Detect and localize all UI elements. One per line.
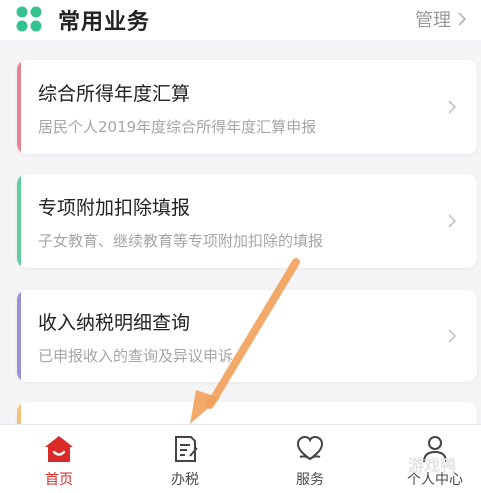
- card-title: 专项附加扣除填报: [38, 197, 191, 219]
- section-header: 常用业务 管理: [0, 0, 481, 40]
- person-icon: [423, 436, 447, 463]
- tab-label: 个人中心: [407, 472, 463, 488]
- tab-label: 服务: [296, 472, 324, 488]
- chevron-right-icon: [448, 100, 457, 114]
- tab-tax[interactable]: 办税: [140, 425, 230, 493]
- manage-button[interactable]: 管理: [415, 6, 467, 32]
- manage-label: 管理: [415, 10, 451, 31]
- chevron-right-icon: [448, 329, 457, 343]
- tab-label: 首页: [45, 472, 73, 488]
- card-accent-bar: [17, 290, 21, 382]
- section-title: 常用业务: [58, 10, 151, 35]
- tab-service[interactable]: 服务: [265, 425, 355, 493]
- card-title: 收入纳税明细查询: [38, 312, 191, 334]
- tab-profile[interactable]: 个人中心: [390, 425, 480, 493]
- tab-label: 办税: [171, 472, 199, 488]
- service-card-special-deduction[interactable]: 专项附加扣除填报 子女教育、继续教育等专项附加扣除的填报: [17, 174, 477, 268]
- card-subtitle: 已申报收入的查询及异议申诉: [38, 347, 234, 365]
- card-subtitle: 子女教育、继续教育等专项附加扣除的填报: [38, 232, 324, 250]
- card-accent-bar: [17, 60, 21, 154]
- service-heart-icon: [296, 435, 324, 461]
- card-title: 综合所得年度汇算: [38, 83, 191, 105]
- service-card-income-tax-query[interactable]: 收入纳税明细查询 已申报收入的查询及异议申诉: [17, 290, 477, 382]
- apps-grid-icon: [16, 6, 42, 32]
- chevron-right-icon: [448, 214, 457, 228]
- card-accent-bar: [17, 174, 21, 268]
- card-subtitle: 居民个人2019年度综合所得年度汇算申报: [38, 118, 317, 136]
- tab-home[interactable]: 首页: [14, 425, 104, 493]
- home-icon: [45, 436, 73, 462]
- tax-form-icon: [175, 436, 198, 462]
- chevron-right-icon: [458, 12, 467, 26]
- service-card-annual-settlement[interactable]: 综合所得年度汇算 居民个人2019年度综合所得年度汇算申报: [17, 60, 477, 154]
- bottom-tab-bar: 首页 办税 服务 个人中心: [0, 424, 481, 493]
